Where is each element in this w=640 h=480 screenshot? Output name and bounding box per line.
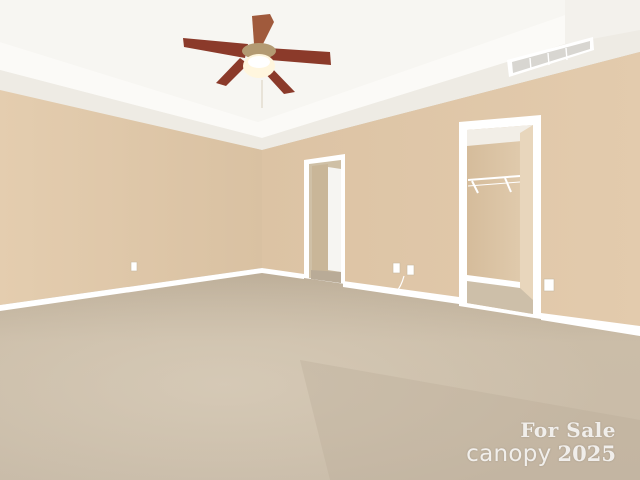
- watermark-status-text: For Sale: [520, 418, 616, 442]
- light-switch-icon: [543, 278, 555, 292]
- listing-watermark: For Sale canopy 2025: [446, 420, 616, 466]
- outlet-icon: [130, 261, 138, 272]
- hallway-door-panel[interactable]: [328, 167, 341, 272]
- hallway-doorway[interactable]: [304, 154, 345, 284]
- outlet-icon: [406, 264, 415, 276]
- watermark-brand-text: canopy: [466, 441, 552, 467]
- room-photo: [0, 0, 640, 480]
- watermark-year-text: 2025: [557, 441, 616, 466]
- outlet-icon: [392, 262, 401, 274]
- closet-doorway[interactable]: [459, 115, 541, 319]
